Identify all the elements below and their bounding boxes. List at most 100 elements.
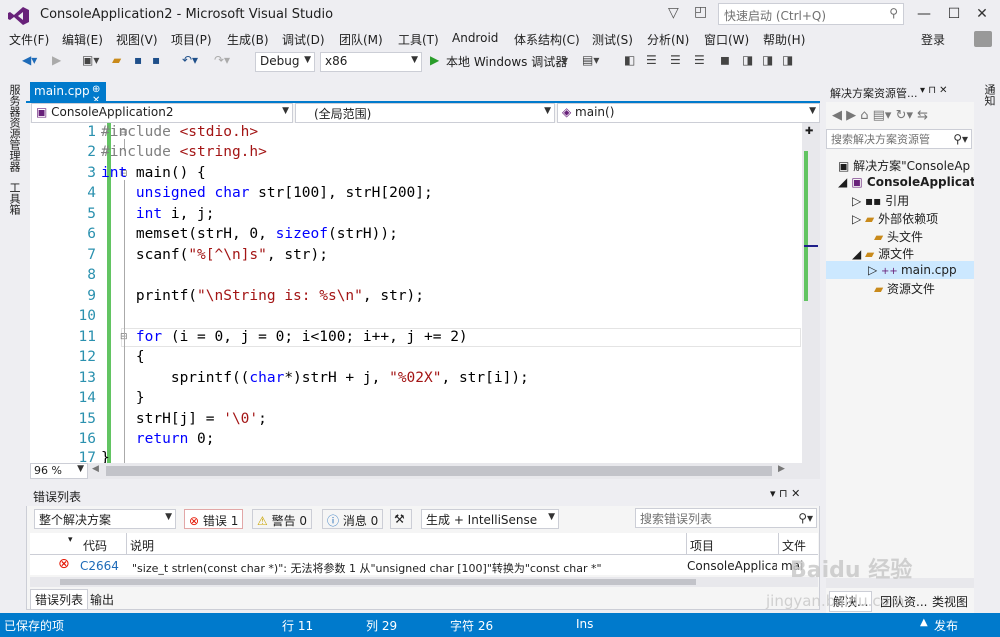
quick-launch-icon[interactable]: ◰ [694,4,707,20]
menu-project[interactable]: 项目(P) [171,31,212,48]
notifications-tab[interactable]: 通知 [981,84,997,106]
comment-icon[interactable]: ☰ [670,53,681,71]
menu-debug[interactable]: 调试(D) [282,31,325,48]
scroll-thumb[interactable] [60,579,696,585]
nav-scope-select[interactable]: (全局范围) ▼ [295,103,555,123]
se-toolbar-icons[interactable]: ◀ ▶ ⌂ ▤▾ ↻▾ ⇆ [832,108,928,123]
tree-item-references[interactable]: ▷ ▪▪ 引用 [852,192,909,209]
menu-file[interactable]: 文件(F) [9,31,49,48]
editor-vertical-scrollbar[interactable]: ✚ [802,123,820,463]
horizontal-scroll-thumb[interactable] [106,466,772,476]
folder-icon: ▰ [874,230,888,244]
user-avatar[interactable] [974,31,992,47]
solution-platform-select[interactable]: x86 ▼ [320,52,422,72]
tree-project[interactable]: ◢ ▣ ConsoleApplicati [838,175,974,189]
tree-item-source-files[interactable]: ◢ ▰ 源文件 [852,245,914,262]
menu-test[interactable]: 测试(S) [592,31,633,48]
start-debug-icon[interactable]: ▶ [430,53,439,71]
sort-icon[interactable]: ▾ [68,535,73,545]
tab-class-view[interactable]: 类视图 [932,593,968,610]
menu-tools[interactable]: 工具(T) [398,31,439,48]
bookmark-icon[interactable]: ◼ [720,53,730,71]
save-icon[interactable]: ▪ [134,53,142,71]
undo-icon[interactable]: ↶▾ [182,53,198,71]
prev-bookmark-icon[interactable]: ◨ [742,53,753,71]
tree-item-external-deps[interactable]: ▷ ▰ 外部依赖项 [852,210,938,227]
open-file-icon[interactable]: ▰ [112,53,121,71]
menu-architecture[interactable]: 体系结构(C) [514,31,580,48]
error-code-link[interactable]: C2664 [80,559,119,573]
chevron-down-icon: ▼ [304,55,311,65]
sign-in-link[interactable]: 登录 [921,31,945,48]
redo-icon[interactable]: ↷▾ [214,53,230,71]
baidu-watermark: Baidu 经验 [790,558,913,583]
build-filter-select[interactable]: 生成 + IntelliSense ▼ [421,509,559,529]
menu-analyze[interactable]: 分析(N) [647,31,689,48]
tree-item-main-cpp[interactable]: ▷ ++ main.cpp [868,263,957,277]
save-all-icon[interactable]: ▪ [152,53,160,71]
error-list-hscrollbar[interactable] [30,577,818,587]
back-icon[interactable]: ◀▾ [22,53,37,71]
chevron-down-icon: ▼ [544,106,551,116]
tab-output[interactable]: 输出 [90,591,114,608]
col-description-header[interactable]: 说明 [130,537,154,554]
split-icon[interactable]: ✚ [805,126,813,137]
info-icon: ⓘ [327,514,343,528]
scroll-left-icon[interactable]: ◀ [92,464,99,474]
close-button[interactable]: ✕ [968,3,996,25]
line-number: 12 [78,349,96,365]
new-project-icon[interactable]: ▣▾ [82,53,99,71]
menu-android[interactable]: Android [452,31,498,45]
minimize-button[interactable]: — [910,3,938,25]
panel-menu-icon[interactable]: ▾ ⊓ ✕ [920,85,948,96]
solution-config-select[interactable]: Debug ▼ [255,52,315,72]
uncomment-icon[interactable]: ☰ [694,53,705,71]
collapsed-arrow-icon: ▷ [852,194,866,208]
forward-icon[interactable]: ▶ [52,53,61,71]
maximize-button[interactable]: ☐ [940,3,968,25]
tree-item-resource-files[interactable]: ▰ 资源文件 [874,280,935,297]
col-project-header[interactable]: 项目 [690,537,714,554]
se-search-input[interactable]: 搜索解决方案资源管 ⚲▾ [826,129,972,149]
start-debug-button[interactable]: 本地 Windows 调试器 [446,53,567,71]
bookmark-nav-icon[interactable]: ◧ [624,53,635,71]
nav-project-select[interactable]: ▣ ConsoleApplication2 ▼ [31,103,293,123]
menu-edit[interactable]: 编辑(E) [62,31,103,48]
toolbox-tab[interactable]: 工具箱 [6,182,22,215]
warnings-filter-button[interactable]: ⚠ 警告 0 [252,509,313,529]
tab-error-list[interactable]: 错误列表 [30,589,89,610]
line-number: 14 [78,390,96,406]
menu-view[interactable]: 视图(V) [116,31,158,48]
tree-solution[interactable]: ▣ 解决方案"ConsoleAp [838,157,974,174]
scroll-right-icon[interactable]: ▶ [778,464,785,474]
clear-bookmarks-icon[interactable]: ◨ [782,53,793,71]
chevron-down-icon: ▼ [282,106,289,116]
menu-help[interactable]: 帮助(H) [763,31,805,48]
panel-menu-icon[interactable]: ▾ ⊓ ✕ [770,487,800,500]
error-search-input[interactable]: 搜索错误列表 ⚲▾ [635,508,817,528]
menu-window[interactable]: 窗口(W) [704,31,749,48]
run-dropdown-icon[interactable]: ▾ [562,53,568,71]
nav-function-select[interactable]: ◈ main() ▼ [557,103,820,123]
menu-build[interactable]: 生成(B) [227,31,269,48]
status-column: 列 29 [366,619,398,633]
error-scope-select[interactable]: 整个解决方案 ▼ [34,509,176,529]
publish-button[interactable]: 发布 [934,617,958,634]
zoom-select[interactable]: 96 % ▼ [30,463,88,479]
toolbar-misc-icon[interactable]: ▤▾ [582,53,599,71]
folder-icon: ▰ [865,212,879,226]
watermark-url: jingyan.baidu.com [766,592,905,610]
feedback-filter-icon[interactable]: ▽ [668,5,679,21]
server-explorer-tab[interactable]: 服务器资源管理器 [6,84,22,172]
next-bookmark-icon[interactable]: ◨ [762,53,773,71]
errors-filter-button[interactable]: ⊗ 错误 1 [184,509,244,529]
col-code-header[interactable]: 代码 [83,537,107,554]
menu-team[interactable]: 团队(M) [339,31,383,48]
filter-icon[interactable]: ⚒ [390,509,412,529]
tab-main-cpp[interactable]: main.cpp⊕ ✕ [30,82,106,106]
line-number: 16 [78,431,96,447]
outline-icon[interactable]: ☰ [646,53,657,71]
quick-launch-input[interactable]: 快速启动 (Ctrl+Q) ⚲ [718,3,904,25]
messages-filter-button[interactable]: ⓘ 消息 0 [322,509,384,529]
tree-item-header-files[interactable]: ▰ 头文件 [874,228,923,245]
